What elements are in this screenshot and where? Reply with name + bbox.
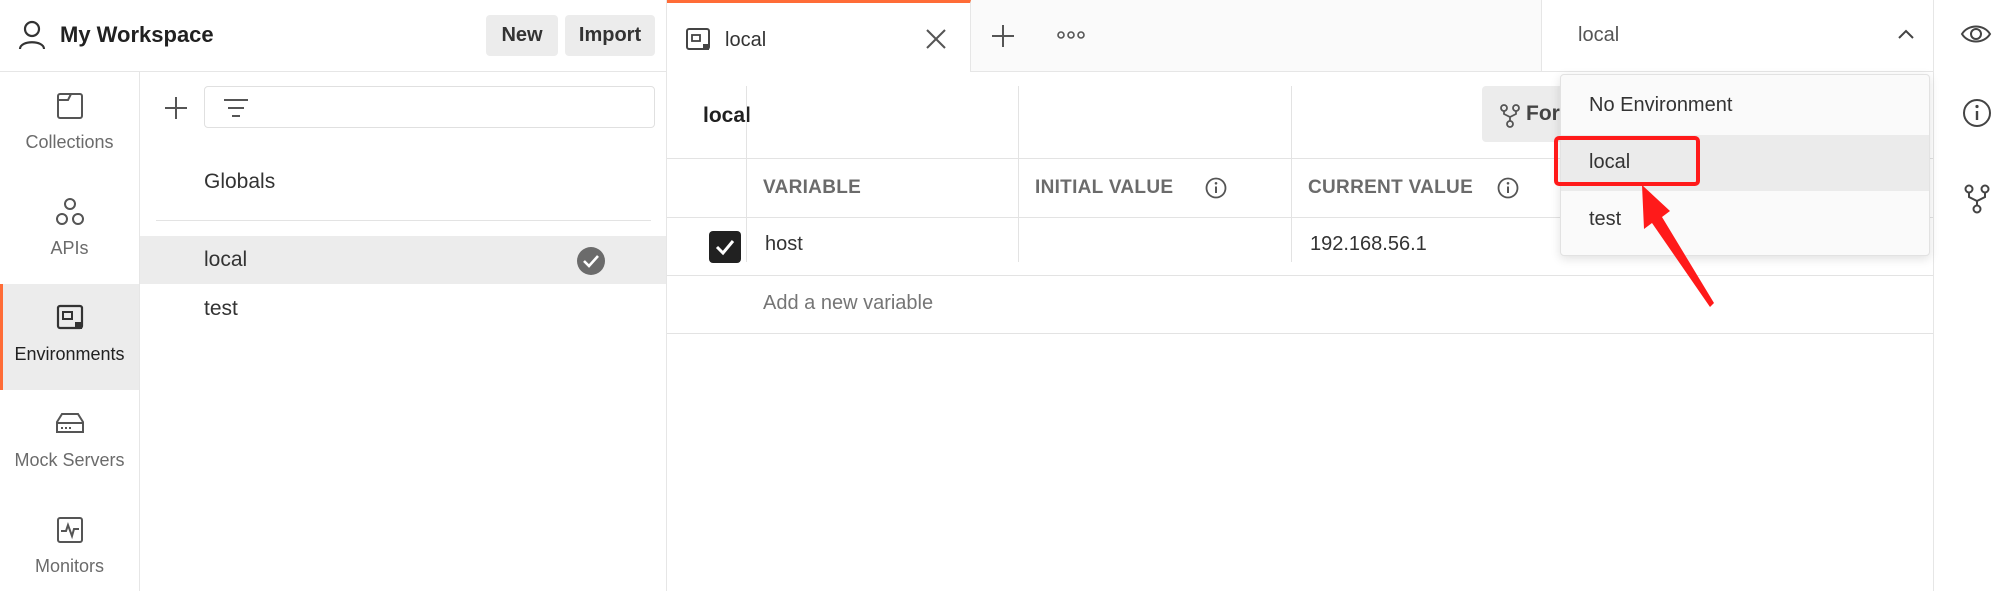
environment-selector-value: local xyxy=(1578,24,1620,46)
new-tab-button[interactable] xyxy=(989,22,1017,50)
filter-input[interactable] xyxy=(263,93,643,121)
active-check-icon[interactable] xyxy=(576,246,606,276)
filter-search-box[interactable] xyxy=(204,86,655,128)
new-button[interactable]: New xyxy=(486,15,558,56)
current-value-cell[interactable]: 192.168.56.1 xyxy=(1310,233,1427,256)
column-divider xyxy=(746,86,747,262)
variable-name-cell[interactable]: host xyxy=(765,233,803,256)
sidebar-nav: Collections APIs Environments Mock Serve… xyxy=(0,72,140,591)
sidebar-item-monitors[interactable]: Monitors xyxy=(0,496,139,591)
column-header-current-value: CURRENT VALUE xyxy=(1308,177,1474,198)
sidebar-item-environments[interactable]: Environments xyxy=(0,284,139,390)
sidebar-item-collections[interactable]: Collections xyxy=(0,72,139,178)
apis-icon xyxy=(55,198,84,225)
dropdown-option-label: No Environment xyxy=(1589,94,1733,116)
eye-icon[interactable] xyxy=(1960,20,1992,48)
environment-tab-icon xyxy=(686,28,710,50)
environment-title[interactable]: local xyxy=(703,104,751,128)
info-icon[interactable] xyxy=(1205,177,1227,199)
right-sidebar xyxy=(1933,0,2000,591)
workspace-title[interactable]: My Workspace xyxy=(60,22,214,48)
user-icon[interactable] xyxy=(18,20,46,50)
sidebar-item-label: Collections xyxy=(25,132,114,152)
sidebar-item-apis[interactable]: APIs xyxy=(0,178,139,284)
add-environment-button[interactable] xyxy=(160,92,192,124)
dropdown-option-test[interactable]: test xyxy=(1561,192,1929,248)
environment-selector[interactable]: local xyxy=(1541,0,1933,72)
environment-name: local xyxy=(204,248,248,271)
environment-name: test xyxy=(204,297,238,320)
table-row xyxy=(667,276,1933,334)
sidebar-item-label: Monitors xyxy=(34,556,105,576)
monitors-icon xyxy=(56,517,83,543)
environment-list-item[interactable]: local xyxy=(140,236,666,284)
sidebar-item-label: Mock Servers xyxy=(14,450,125,470)
environments-icon xyxy=(56,304,83,330)
fork-button-label: For xyxy=(1526,102,1560,125)
collections-icon xyxy=(56,93,83,119)
environment-list-panel: Globals local test xyxy=(140,72,667,591)
dropdown-option-label: test xyxy=(1589,208,1622,230)
environment-list-item[interactable]: test xyxy=(140,285,666,333)
column-divider xyxy=(1018,86,1019,262)
checkmark-icon xyxy=(715,240,735,256)
tab-label: local xyxy=(725,29,767,51)
mock-servers-icon xyxy=(55,413,84,433)
fork-icon xyxy=(1500,104,1520,128)
workspace-header: My Workspace New Import xyxy=(0,0,667,72)
tab-bar: local xyxy=(667,0,1541,72)
fork-icon[interactable] xyxy=(1964,184,1990,214)
annotation-highlight-box xyxy=(1554,136,1700,186)
sidebar-item-label: APIs xyxy=(50,238,89,258)
list-divider xyxy=(156,220,651,221)
dropdown-option-no-environment[interactable]: No Environment xyxy=(1561,78,1929,134)
info-icon[interactable] xyxy=(1497,177,1519,199)
sidebar-item-label: Environments xyxy=(14,344,125,364)
filter-icon xyxy=(224,99,248,117)
tab-local[interactable]: local xyxy=(667,0,971,72)
info-icon[interactable] xyxy=(1962,98,1992,128)
import-button[interactable]: Import xyxy=(565,15,655,56)
more-options-icon[interactable] xyxy=(1057,28,1085,42)
globals-item[interactable]: Globals xyxy=(204,170,275,194)
column-divider xyxy=(1291,86,1292,262)
variable-enabled-checkbox[interactable] xyxy=(709,231,741,263)
column-header-variable: VARIABLE xyxy=(763,177,862,198)
add-variable-input[interactable] xyxy=(763,286,983,320)
sidebar-item-mock-servers[interactable]: Mock Servers xyxy=(0,390,139,496)
chevron-up-icon xyxy=(1898,29,1914,39)
close-icon[interactable] xyxy=(924,27,948,51)
annotation-arrow-icon xyxy=(1642,185,1714,307)
column-header-initial-value: INITIAL VALUE xyxy=(1035,177,1174,198)
